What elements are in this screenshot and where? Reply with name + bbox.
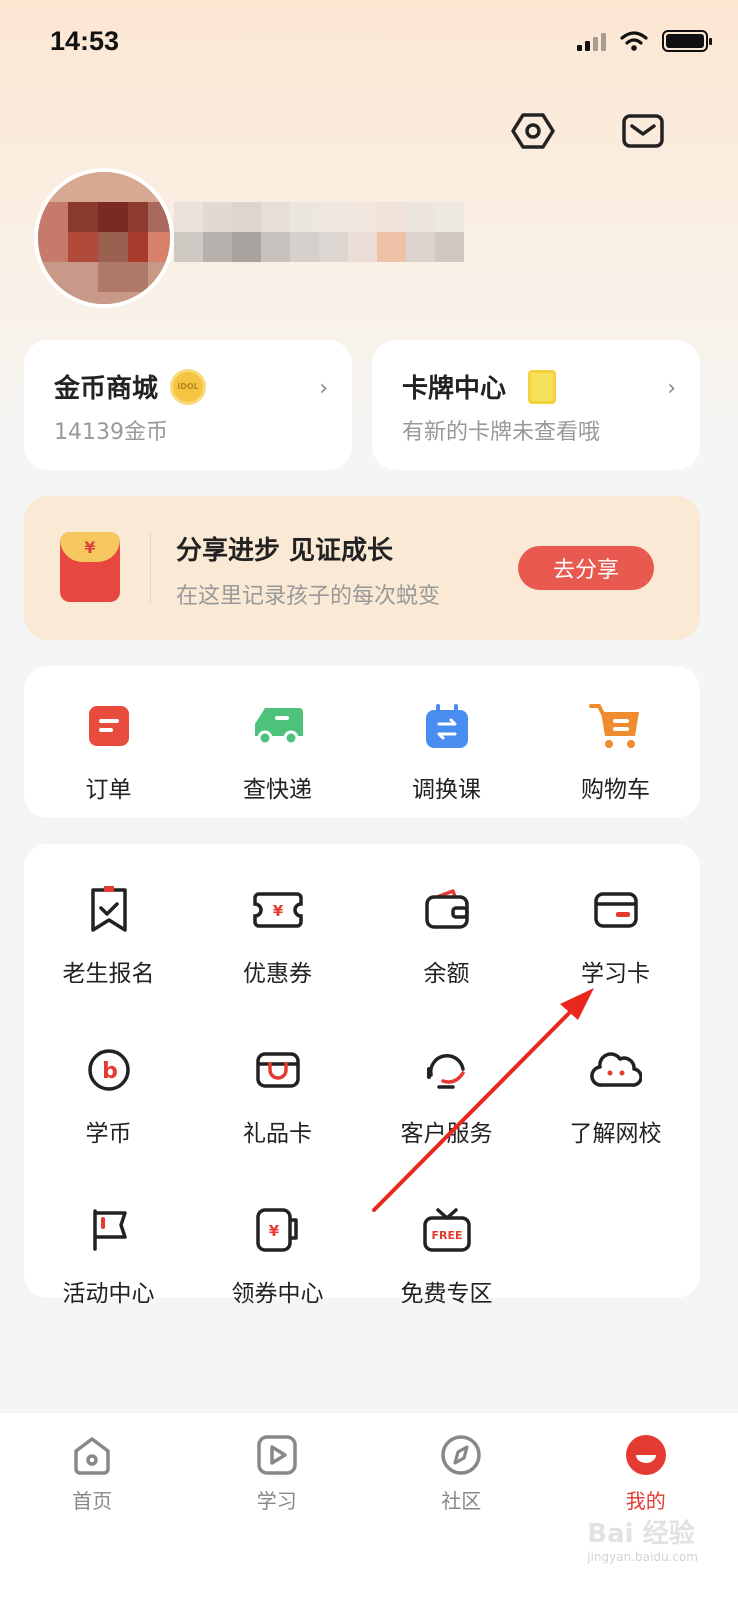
signal-icon [577,31,606,51]
wallet-icon [419,882,475,938]
delivery-label: 查快递 [243,777,312,803]
cart-label: 购物车 [581,777,650,803]
flag-icon [81,1202,137,1258]
svg-text:¥: ¥ [272,902,283,920]
activity-center-label: 活动中心 [62,1281,155,1307]
settings-button[interactable] [510,108,556,154]
avatar[interactable] [34,168,174,308]
chevron-right-icon: › [667,376,676,401]
change-class-label: 调换课 [412,777,481,803]
tab-home-label: 首页 [72,1489,113,1513]
svg-text:b: b [102,1059,118,1084]
free-zone-label: 免费专区 [400,1281,493,1307]
bookmark-check-icon [81,882,137,938]
card-icon [588,882,644,938]
services-card: 老生报名 ¥ 优惠券 余额 学习卡 b 学币 礼品卡 客户服务 了解网校 活动中… [24,844,700,1307]
tab-home[interactable]: 首页 [0,1413,185,1600]
share-subtitle: 在这里记录孩子的每次蜕变 [176,584,441,609]
svg-text:FREE: FREE [431,1229,462,1242]
tab-study-label: 学习 [256,1489,297,1513]
tab-mine-label: 我的 [625,1489,666,1513]
about-school-label: 了解网校 [569,1121,662,1147]
settings-icon [511,113,555,149]
card-center-card[interactable]: 卡牌中心 有新的卡牌未查看哦 › [372,340,700,470]
coin-mall-card[interactable]: 金币商城 IDOL 14139金币 › [24,340,352,470]
chevron-right-icon: › [319,376,328,401]
coupon-center-label: 领券中心 [231,1281,324,1307]
coin-mall-title: 金币商城 [54,374,159,404]
compass-icon [441,1435,481,1475]
renewal-signup-label: 老生报名 [62,961,155,987]
share-banner[interactable]: ¥ 分享进步 见证成长 在这里记录孩子的每次蜕变 去分享 [24,496,700,640]
tab-study[interactable]: 学习 [185,1413,370,1600]
coin-b-icon: b [81,1042,137,1098]
messages-button[interactable] [620,108,666,154]
delivery-truck-icon [250,698,306,754]
coupon-center-button[interactable]: ¥ 领券中心 [193,1202,362,1308]
status-time: 14:53 [50,26,120,56]
free-zone-button[interactable]: FREE 免费专区 [362,1202,531,1308]
gift-card-label: 礼品卡 [243,1121,312,1147]
free-tv-icon: FREE [419,1202,475,1258]
customer-service-label: 客户服务 [400,1121,493,1147]
coupons-button[interactable]: ¥ 优惠券 [193,882,362,988]
customer-service-button[interactable]: 客户服务 [362,1042,531,1148]
bottom-tab-bar: 首页 学习 社区 我的 [0,1412,738,1600]
tab-community-label: 社区 [441,1489,482,1513]
trading-card-icon [528,369,557,404]
renewal-signup-button[interactable]: 老生报名 [24,882,193,988]
battery-icon [662,30,712,52]
play-icon [257,1435,297,1475]
gift-card-icon [250,1042,306,1098]
about-school-button[interactable]: 了解网校 [531,1042,700,1148]
status-bar: 14:53 [0,0,738,90]
quick-actions-card: 订单 查快递 调换课 购物车 [24,666,700,818]
headset-icon [419,1042,475,1098]
status-icons [577,30,712,52]
coin-balance: 14139金币 [54,420,168,445]
activity-center-button[interactable]: 活动中心 [24,1202,193,1308]
card-center-subtitle: 有新的卡牌未查看哦 [402,420,601,445]
card-center-title: 卡牌中心 [402,374,507,404]
share-title: 分享进步 见证成长 [176,536,394,566]
gift-card-button[interactable]: 礼品卡 [193,1042,362,1148]
coupons-label: 优惠券 [243,961,312,987]
order-label: 订单 [85,777,132,803]
order-icon [81,698,137,754]
study-coin-label: 学币 [85,1121,132,1147]
order-button[interactable]: 订单 [24,698,193,804]
cloud-face-icon [588,1042,644,1098]
red-envelope-icon: ¥ [60,532,120,602]
user-name-blurred [174,202,464,262]
change-class-button[interactable]: 调换课 [362,698,531,804]
mail-icon [622,114,664,148]
profile-icon [625,1435,666,1475]
study-coin-button[interactable]: b 学币 [24,1042,193,1148]
shopping-cart-icon [588,698,644,754]
balance-label: 余额 [423,961,470,987]
tab-community[interactable]: 社区 [369,1413,554,1600]
coupon-icon: ¥ [250,882,306,938]
wifi-icon [620,31,648,51]
share-button[interactable]: 去分享 [518,546,654,590]
cart-button[interactable]: 购物车 [531,698,700,804]
study-card-button[interactable]: 学习卡 [531,882,700,988]
coin-icon: IDOL [170,368,207,405]
coupon-mug-icon: ¥ [250,1202,306,1258]
home-icon [74,1437,110,1475]
calendar-swap-icon [419,698,475,754]
watermark: Bai 经验 jingyan.baidu.com [587,1519,698,1564]
divider [150,532,151,604]
delivery-button[interactable]: 查快递 [193,698,362,804]
tab-mine[interactable]: 我的 [554,1413,738,1600]
balance-button[interactable]: 余额 [362,882,531,988]
svg-text:¥: ¥ [268,1222,279,1240]
study-card-label: 学习卡 [581,961,650,987]
